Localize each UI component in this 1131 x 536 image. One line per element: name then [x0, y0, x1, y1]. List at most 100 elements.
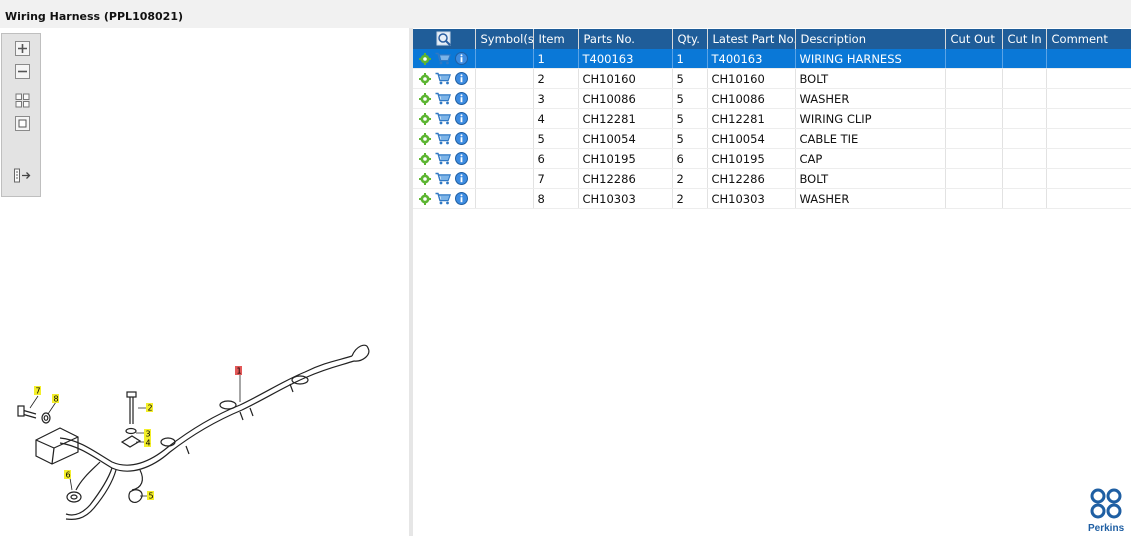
table-row[interactable]: 7 CH12286 2 CH12286 BOLT	[413, 168, 1131, 189]
settings-gear-icon[interactable]	[419, 92, 431, 105]
cell-parts-no: CH10195	[578, 148, 673, 169]
cell-parts-no: CH12286	[578, 168, 673, 189]
settings-gear-icon[interactable]	[419, 72, 431, 85]
table-row[interactable]: 6 CH10195 6 CH10195 CAP	[413, 148, 1131, 169]
row-actions	[413, 68, 476, 89]
cell-comment	[1046, 108, 1131, 129]
info-icon[interactable]	[455, 132, 468, 145]
panel-toggle-button[interactable]	[14, 167, 31, 184]
table-row[interactable]: 1 T400163 1 T400163 WIRING HARNESS	[413, 49, 1131, 69]
settings-gear-icon[interactable]	[419, 112, 431, 125]
cell-latest-part-no: CH10303	[707, 188, 796, 209]
cell-item: 8	[533, 188, 579, 209]
column-header-cut-in[interactable]: Cut In	[1002, 29, 1047, 49]
zoom-out-icon	[15, 64, 30, 79]
cell-symbols	[475, 88, 534, 109]
zoom-out-button[interactable]	[14, 63, 31, 80]
info-icon[interactable]	[455, 72, 468, 85]
callout-3-label: 3	[146, 430, 151, 439]
actual-size-button[interactable]	[14, 115, 31, 132]
cell-cut-out	[945, 128, 1003, 149]
column-header-item[interactable]: Item	[533, 29, 579, 49]
info-icon[interactable]	[455, 112, 468, 125]
shopping-cart-icon[interactable]	[435, 152, 451, 165]
cell-comment	[1046, 168, 1131, 189]
shopping-cart-icon[interactable]	[435, 132, 451, 145]
parts-diagram[interactable]: 1 2 3 4 5 6 7 8	[0, 320, 409, 536]
cell-cut-out	[945, 188, 1003, 209]
column-header-symbols[interactable]: Symbol(s)	[475, 29, 534, 49]
table-row[interactable]: 8 CH10303 2 CH10303 WASHER	[413, 188, 1131, 209]
info-icon[interactable]	[455, 192, 468, 205]
cell-cut-in	[1002, 68, 1047, 89]
cell-cut-out	[945, 148, 1003, 169]
row-actions	[413, 168, 476, 189]
cell-qty: 6	[672, 148, 708, 169]
fit-all-button[interactable]	[14, 92, 31, 109]
cell-parts-no: CH10160	[578, 68, 673, 89]
cell-cut-out	[945, 68, 1003, 89]
cell-latest-part-no: CH12281	[707, 108, 796, 129]
column-header-description[interactable]: Description	[795, 29, 946, 49]
actual-size-icon	[15, 116, 30, 131]
info-icon[interactable]	[455, 152, 468, 165]
cell-description: BOLT	[795, 168, 946, 189]
row-actions	[413, 128, 476, 149]
window-title: Wiring Harness (PPL108021)	[5, 10, 184, 23]
search-parts-icon[interactable]	[436, 31, 452, 47]
row-actions	[413, 88, 476, 109]
cell-comment	[1046, 148, 1131, 169]
title-bar: Wiring Harness (PPL108021)	[0, 0, 1131, 28]
zoom-in-button[interactable]	[14, 40, 31, 57]
settings-gear-icon[interactable]	[419, 172, 431, 185]
fit-all-icon	[15, 93, 30, 108]
brand-name: Perkins	[1088, 523, 1125, 533]
settings-gear-icon[interactable]	[419, 52, 431, 65]
cell-qty: 5	[672, 128, 708, 149]
cell-item: 7	[533, 168, 579, 189]
parts-table: Symbol(s) Item Parts No. Qty. Latest Par…	[413, 29, 1131, 209]
settings-gear-icon[interactable]	[419, 152, 431, 165]
cell-description: WASHER	[795, 188, 946, 209]
row-actions	[413, 49, 476, 69]
table-row[interactable]: 2 CH10160 5 CH10160 BOLT	[413, 68, 1131, 89]
callout-8-label: 8	[54, 395, 59, 404]
column-header-latest-part-no[interactable]: Latest Part No.	[707, 29, 796, 49]
column-header-parts-no[interactable]: Parts No.	[578, 29, 673, 49]
table-row[interactable]: 4 CH12281 5 CH12281 WIRING CLIP	[413, 108, 1131, 129]
settings-gear-icon[interactable]	[419, 132, 431, 145]
column-header-cut-out[interactable]: Cut Out	[945, 29, 1003, 49]
cell-item: 3	[533, 88, 579, 109]
shopping-cart-icon[interactable]	[435, 192, 451, 205]
info-icon[interactable]	[455, 52, 468, 65]
table-row[interactable]: 3 CH10086 5 CH10086 WASHER	[413, 88, 1131, 109]
cell-comment	[1046, 128, 1131, 149]
zoom-in-icon	[15, 41, 30, 56]
perkins-logo: Perkins	[1088, 488, 1125, 533]
callout-2-label: 2	[148, 404, 153, 413]
column-header-qty[interactable]: Qty.	[672, 29, 708, 49]
info-icon[interactable]	[455, 172, 468, 185]
info-icon[interactable]	[455, 92, 468, 105]
cell-qty: 5	[672, 108, 708, 129]
table-row[interactable]: 5 CH10054 5 CH10054 CABLE TIE	[413, 128, 1131, 149]
column-header-actions[interactable]	[413, 29, 476, 49]
shopping-cart-icon[interactable]	[435, 72, 451, 85]
shopping-cart-icon[interactable]	[435, 92, 451, 105]
callout-6-label: 6	[66, 471, 71, 480]
cell-symbols	[475, 188, 534, 209]
cell-comment	[1046, 49, 1131, 69]
shopping-cart-icon[interactable]	[435, 112, 451, 125]
cell-cut-out	[945, 108, 1003, 129]
cell-parts-no: CH10303	[578, 188, 673, 209]
column-header-comment[interactable]: Comment	[1046, 29, 1131, 49]
shopping-cart-icon[interactable]	[435, 52, 451, 65]
cell-item: 6	[533, 148, 579, 169]
callout-4-label: 4	[146, 439, 151, 448]
settings-gear-icon[interactable]	[419, 192, 431, 205]
cell-cut-in	[1002, 49, 1047, 69]
cell-description: WIRING CLIP	[795, 108, 946, 129]
cell-comment	[1046, 88, 1131, 109]
shopping-cart-icon[interactable]	[435, 172, 451, 185]
cell-item: 1	[533, 49, 579, 69]
